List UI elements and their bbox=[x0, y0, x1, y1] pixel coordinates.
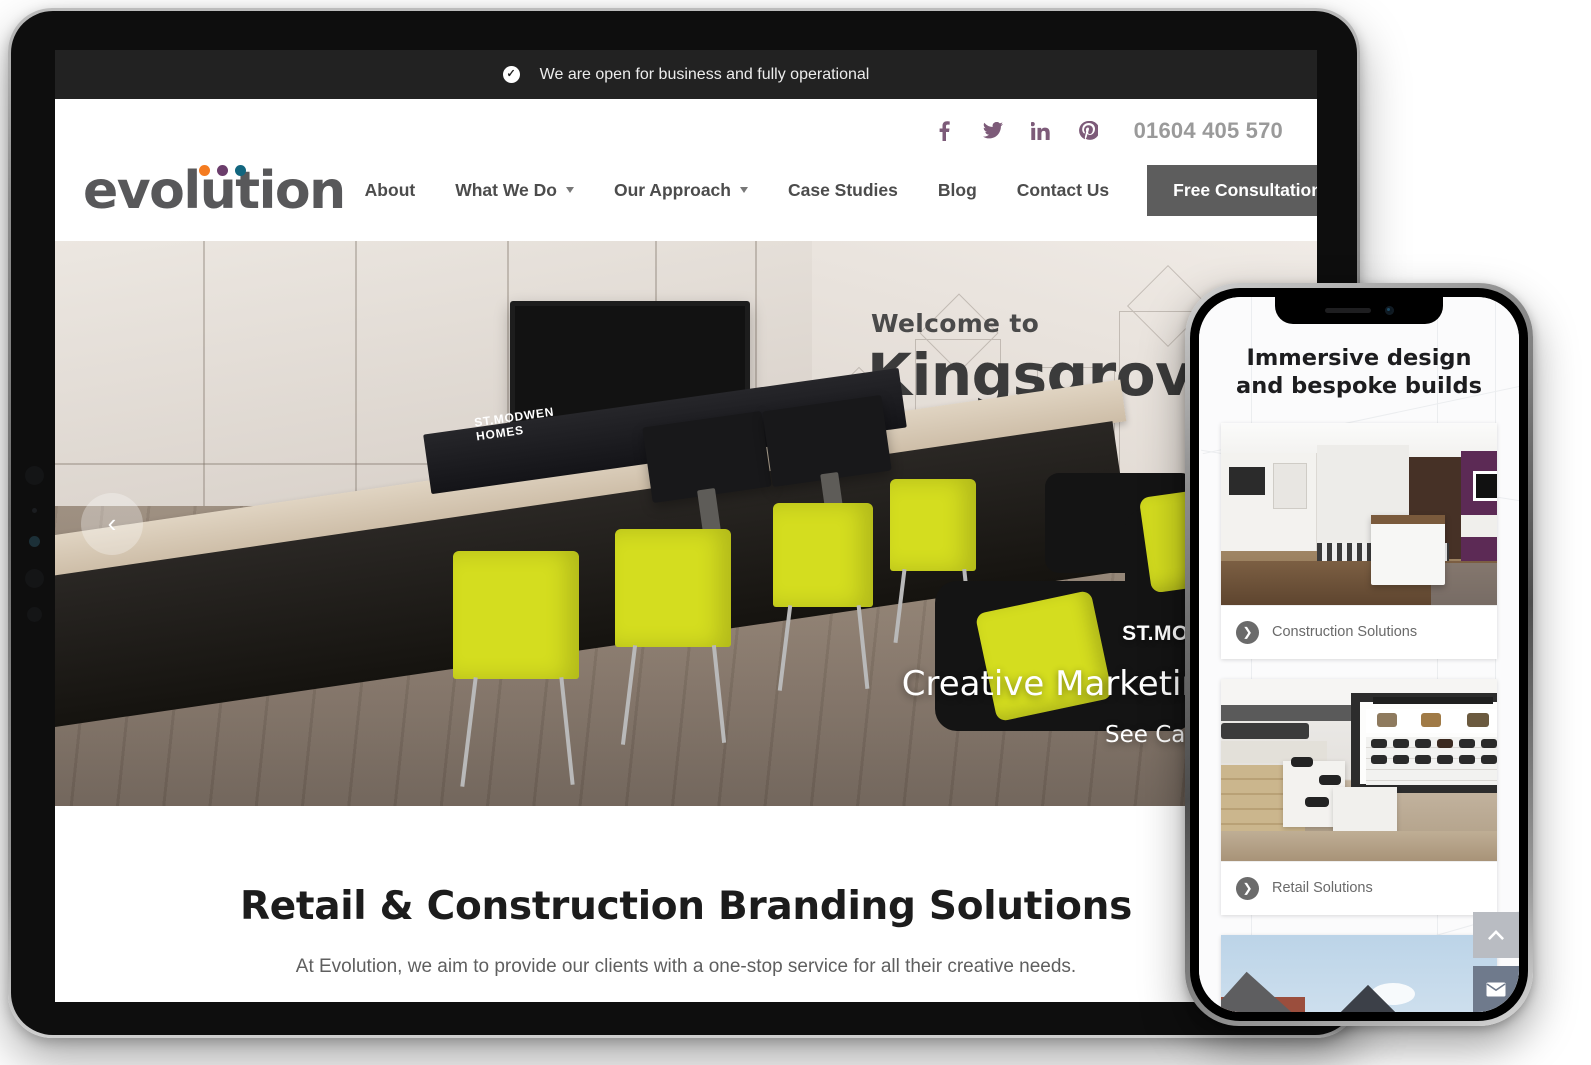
top-utility-bar: 01604 405 570 bbox=[55, 99, 1317, 145]
hero-carousel: Welcome to Kingsgrove ST.MODWEN HOMES Cr… bbox=[55, 241, 1317, 806]
list-item[interactable] bbox=[1221, 934, 1497, 1012]
nav-item-about[interactable]: About bbox=[345, 180, 436, 201]
list-item[interactable]: ❯ Construction Solutions bbox=[1221, 422, 1497, 659]
check-circle-icon: ✓ bbox=[502, 66, 520, 83]
wall-welcome-text: Welcome to bbox=[871, 309, 1040, 338]
main-nav-row: evolution About What We Do Our Approach … bbox=[55, 145, 1317, 235]
card-label: Construction Solutions bbox=[1272, 624, 1418, 641]
arrow-right-icon: ❯ bbox=[1236, 876, 1259, 900]
email-button[interactable] bbox=[1473, 966, 1519, 1012]
envelope-icon bbox=[1486, 982, 1506, 996]
phone-number[interactable]: 01604 405 570 bbox=[1134, 118, 1283, 144]
card-footer[interactable]: ❯ Construction Solutions bbox=[1221, 604, 1497, 659]
nav-label: Blog bbox=[937, 179, 977, 200]
linkedin-icon[interactable] bbox=[1030, 121, 1052, 140]
nav-label: Case Studies bbox=[787, 179, 898, 200]
announcement-text: We are open for business and fully opera… bbox=[539, 65, 870, 83]
phone-device: Immersive design and bespoke builds ❯ Co… bbox=[1185, 283, 1533, 1026]
chevron-down-icon bbox=[739, 187, 748, 193]
list-item[interactable]: ❯ Retail Solutions bbox=[1221, 678, 1497, 915]
tablet-bezel: ✓ We are open for business and fully ope… bbox=[11, 11, 1357, 1035]
announcement-bar: ✓ We are open for business and fully ope… bbox=[55, 50, 1317, 99]
nav-item-our-approach[interactable]: Our Approach bbox=[594, 180, 768, 201]
free-consultation-button[interactable]: Free Consultation bbox=[1147, 164, 1317, 216]
nav-item-blog[interactable]: Blog bbox=[918, 180, 997, 201]
phone-bezel: Immersive design and bespoke builds ❯ Co… bbox=[1190, 288, 1528, 1021]
carousel-prev-button[interactable]: ‹ bbox=[81, 492, 143, 555]
phone-page-content: Immersive design and bespoke builds ❯ Co… bbox=[1199, 297, 1519, 1012]
pinterest-icon[interactable] bbox=[1078, 121, 1100, 140]
logo-dots-icon bbox=[199, 165, 246, 176]
solution-cards-list: ❯ Construction Solutions ❯ Retail Soluti… bbox=[1199, 401, 1519, 1012]
nav-label: Our Approach bbox=[613, 179, 731, 200]
site-header: 01604 405 570 evolution About What We Do bbox=[55, 99, 1317, 241]
intro-subtext: At Evolution, we aim to provide our clie… bbox=[295, 956, 1077, 977]
tablet-screen: ✓ We are open for business and fully ope… bbox=[55, 50, 1317, 1002]
arrow-right-icon: ❯ bbox=[1236, 620, 1259, 644]
tablet-device: ✓ We are open for business and fully ope… bbox=[8, 8, 1360, 1038]
chevron-up-icon bbox=[1488, 929, 1504, 940]
nav-label: About bbox=[364, 179, 416, 200]
card-label: Retail Solutions bbox=[1272, 880, 1373, 897]
tablet-lens-icon bbox=[29, 536, 40, 547]
phone-screen: Immersive design and bespoke builds ❯ Co… bbox=[1199, 297, 1519, 1012]
nav-label: Contact Us bbox=[1016, 179, 1110, 200]
tablet-sensor-icon bbox=[32, 508, 37, 513]
nav-item-case-studies[interactable]: Case Studies bbox=[768, 180, 918, 201]
device-mockup-scene: ✓ We are open for business and fully ope… bbox=[0, 0, 1591, 1065]
shoe-store-image bbox=[1221, 678, 1497, 861]
chevron-down-icon bbox=[565, 187, 574, 193]
phone-notch bbox=[1275, 297, 1443, 324]
tablet-mic-icon bbox=[27, 607, 42, 622]
intro-section: Retail & Construction Branding Solutions… bbox=[55, 806, 1317, 978]
nav-item-contact-us[interactable]: Contact Us bbox=[997, 180, 1129, 201]
floating-action-buttons bbox=[1473, 912, 1519, 1012]
logo[interactable]: evolution bbox=[83, 161, 346, 221]
card-footer[interactable]: ❯ Retail Solutions bbox=[1221, 860, 1497, 915]
front-camera-icon bbox=[1384, 306, 1394, 315]
tablet-speaker-icon bbox=[25, 569, 44, 588]
facebook-icon[interactable] bbox=[934, 120, 956, 141]
page-title: Retail & Construction Branding Solutions bbox=[239, 884, 1133, 929]
nav-item-what-we-do[interactable]: What We Do bbox=[435, 180, 594, 201]
earpiece-speaker-icon bbox=[1324, 308, 1371, 313]
primary-navigation: About What We Do Our Approach Case Studi… bbox=[345, 164, 1317, 216]
nav-label: What We Do bbox=[455, 179, 557, 200]
new-build-houses-image bbox=[1221, 934, 1497, 1012]
twitter-icon[interactable] bbox=[982, 122, 1004, 139]
kitchen-interior-image bbox=[1221, 422, 1497, 605]
tablet-camera-icon bbox=[25, 466, 44, 485]
scroll-to-top-button[interactable] bbox=[1473, 912, 1519, 958]
